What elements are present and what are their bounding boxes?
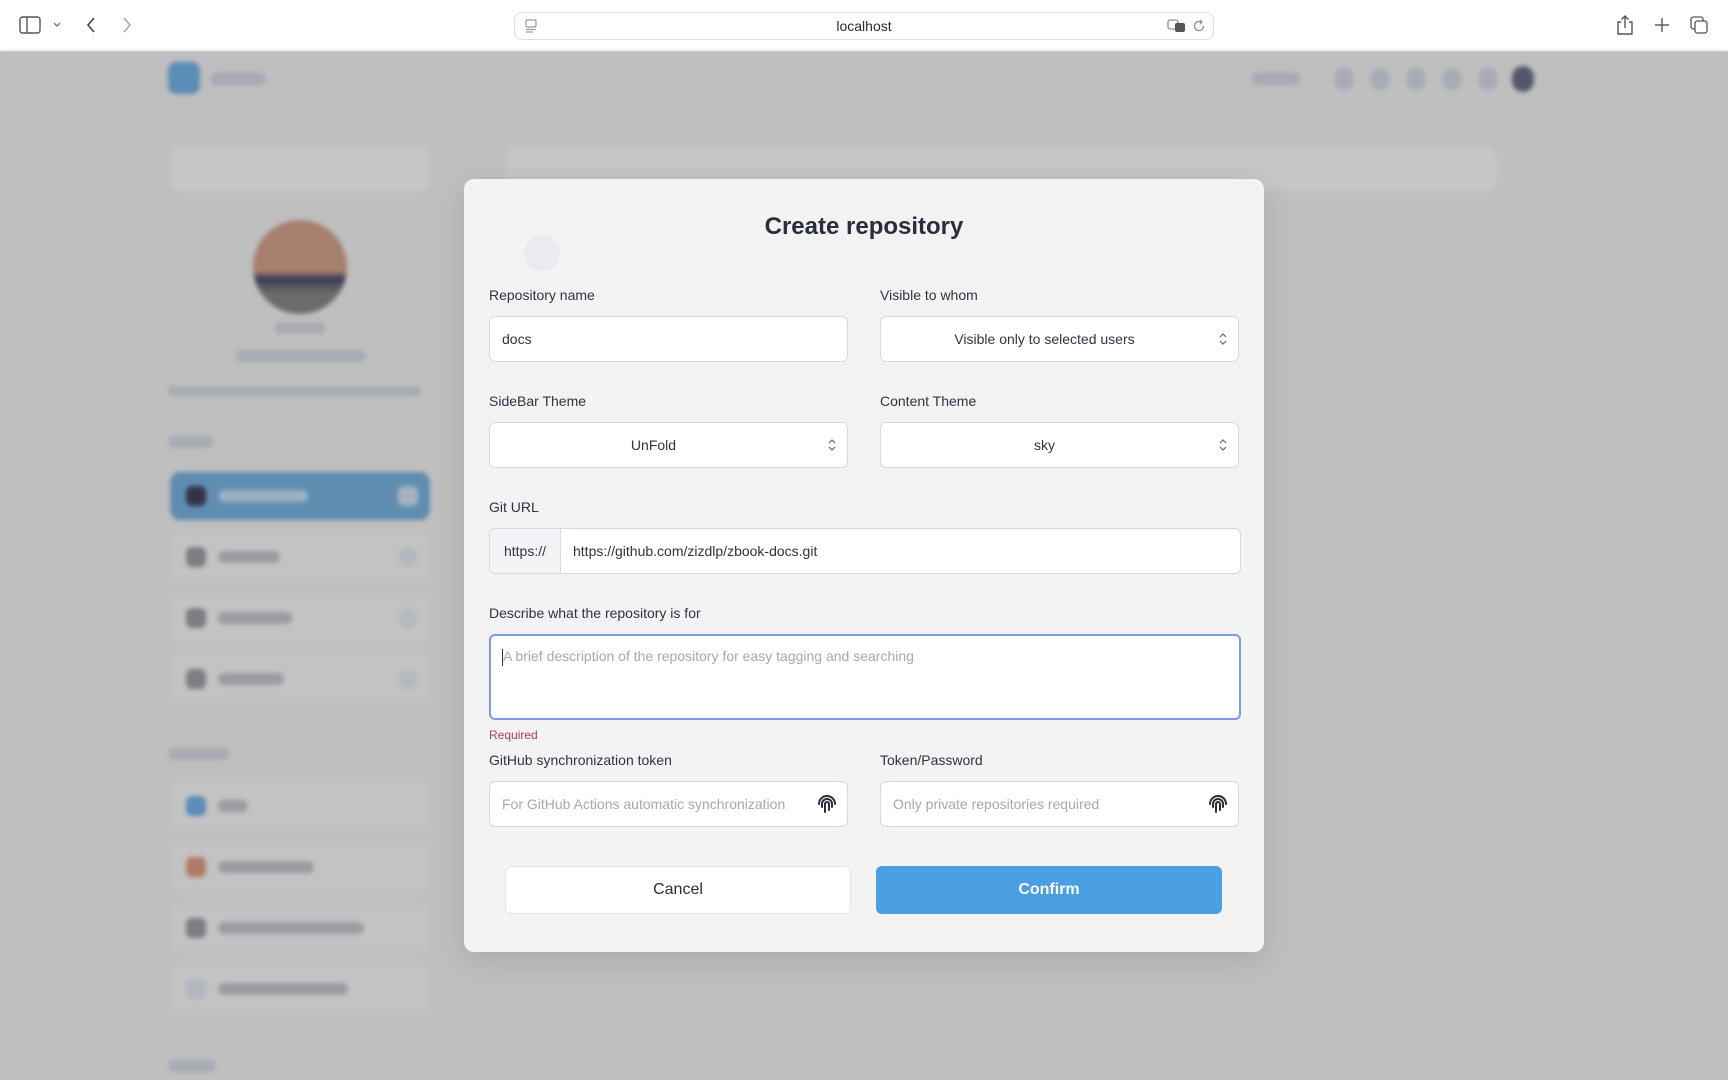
git-url-field: Git URL https:// https://github.com/zizd… <box>489 498 1241 574</box>
description-field: Describe what the repository is for A br… <box>489 604 1241 744</box>
select-caret-icon <box>1219 439 1227 451</box>
git-url-value: https://github.com/zizdlp/zbook-docs.git <box>573 543 818 559</box>
content-theme-label: Content Theme <box>880 393 977 409</box>
url-text: localhost <box>836 18 892 34</box>
content-theme-value: sky <box>1034 437 1055 453</box>
bio-blurred <box>168 386 422 396</box>
nav-icon-blurred <box>1334 68 1354 90</box>
sidebar-item-following <box>170 594 430 642</box>
create-repository-dialog: Create repository Repository name docs V… <box>464 179 1264 952</box>
content-theme-select[interactable]: sky <box>880 422 1239 468</box>
reload-icon[interactable] <box>1191 18 1207 34</box>
section-settings-blurred <box>168 748 230 760</box>
section-social-blurred <box>168 436 214 448</box>
sidebar-item-create-invitation <box>170 965 430 1013</box>
nav-icon-blurred <box>1478 68 1498 90</box>
sidebar-item-follower <box>170 655 430 703</box>
sidebar-theme-label: SideBar Theme <box>489 393 587 409</box>
sidebar-theme-select[interactable]: UnFold <box>489 422 848 468</box>
profile-avatar <box>253 220 347 314</box>
password-label: Token/Password <box>880 752 983 768</box>
repository-name-field: Repository name docs <box>489 286 848 362</box>
user-avatar-blurred <box>1512 66 1534 92</box>
sync-token-input[interactable]: For GitHub Actions automatic synchroniza… <box>489 781 848 827</box>
sidebar-item-edit <box>170 782 430 830</box>
sync-token-placeholder: For GitHub Actions automatic synchroniza… <box>502 796 786 812</box>
app-logo <box>168 62 200 94</box>
browser-toolbar: localhost <box>0 0 1728 52</box>
email-blurred <box>236 350 366 362</box>
visibility-select[interactable]: Visible only to selected users <box>880 316 1239 362</box>
description-error: Required <box>489 728 538 742</box>
tab-overview-icon[interactable] <box>1688 14 1710 36</box>
content-theme-field: Content Theme sky <box>880 392 1239 468</box>
password-field: Token/Password Only private repositories… <box>880 751 1239 827</box>
nav-icon-blurred <box>1406 68 1426 90</box>
confirm-button[interactable]: Confirm <box>876 866 1222 914</box>
repository-name-label: Repository name <box>489 287 595 303</box>
cancel-button[interactable]: Cancel <box>505 866 851 914</box>
description-textarea[interactable]: A brief description of the repository fo… <box>489 634 1241 720</box>
visibility-label: Visible to whom <box>880 287 978 303</box>
repository-name-value: docs <box>502 331 532 347</box>
app-name-blurred <box>210 72 266 86</box>
fingerprint-icon[interactable] <box>1206 792 1230 816</box>
password-input[interactable]: Only private repositories required <box>880 781 1239 827</box>
sidebar-theme-value: UnFold <box>630 437 677 453</box>
sidebar-item-favorite <box>170 533 430 581</box>
visibility-field: Visible to whom Visible only to selected… <box>880 286 1239 362</box>
address-bar[interactable]: localhost <box>514 12 1214 40</box>
back-icon[interactable] <box>82 14 100 36</box>
chevron-down-icon[interactable] <box>50 18 64 32</box>
description-placeholder: A brief description of the repository fo… <box>503 648 914 664</box>
fingerprint-icon[interactable] <box>815 792 839 816</box>
git-url-label: Git URL <box>489 499 539 515</box>
visibility-value: Visible only to selected users <box>954 331 1135 347</box>
sidebar-item-create-notification <box>170 904 430 952</box>
sidebar-toggle-icon[interactable] <box>18 14 42 36</box>
git-url-input[interactable]: https:// https://github.com/zizdlp/zbook… <box>489 528 1241 574</box>
sync-token-field: GitHub synchronization token For GitHub … <box>489 751 848 827</box>
forward-icon[interactable] <box>118 14 136 36</box>
select-caret-icon <box>1219 333 1227 345</box>
description-label: Describe what the repository is for <box>489 605 701 621</box>
sidebar-item-repositories <box>170 472 430 520</box>
section-admin-blurred <box>168 1060 216 1072</box>
dialog-title: Create repository <box>764 213 964 240</box>
translate-icon[interactable] <box>1167 18 1187 34</box>
password-placeholder: Only private repositories required <box>893 796 1100 812</box>
nav-icon-blurred <box>1442 68 1462 90</box>
username-blurred <box>274 322 326 334</box>
repository-name-input[interactable]: docs <box>489 316 848 362</box>
sidebar-theme-field: SideBar Theme UnFold <box>489 392 848 468</box>
select-caret-icon <box>828 439 836 451</box>
sync-token-label: GitHub synchronization token <box>489 752 672 768</box>
sidebar-search-blurred <box>170 147 430 191</box>
nav-link-blurred <box>1252 72 1300 86</box>
nav-icon-blurred <box>1370 68 1390 90</box>
plus-icon[interactable] <box>1651 14 1673 36</box>
git-url-prefix: https:// <box>490 529 561 573</box>
sidebar-item-create-repo <box>170 843 430 891</box>
share-icon[interactable] <box>1614 13 1636 37</box>
